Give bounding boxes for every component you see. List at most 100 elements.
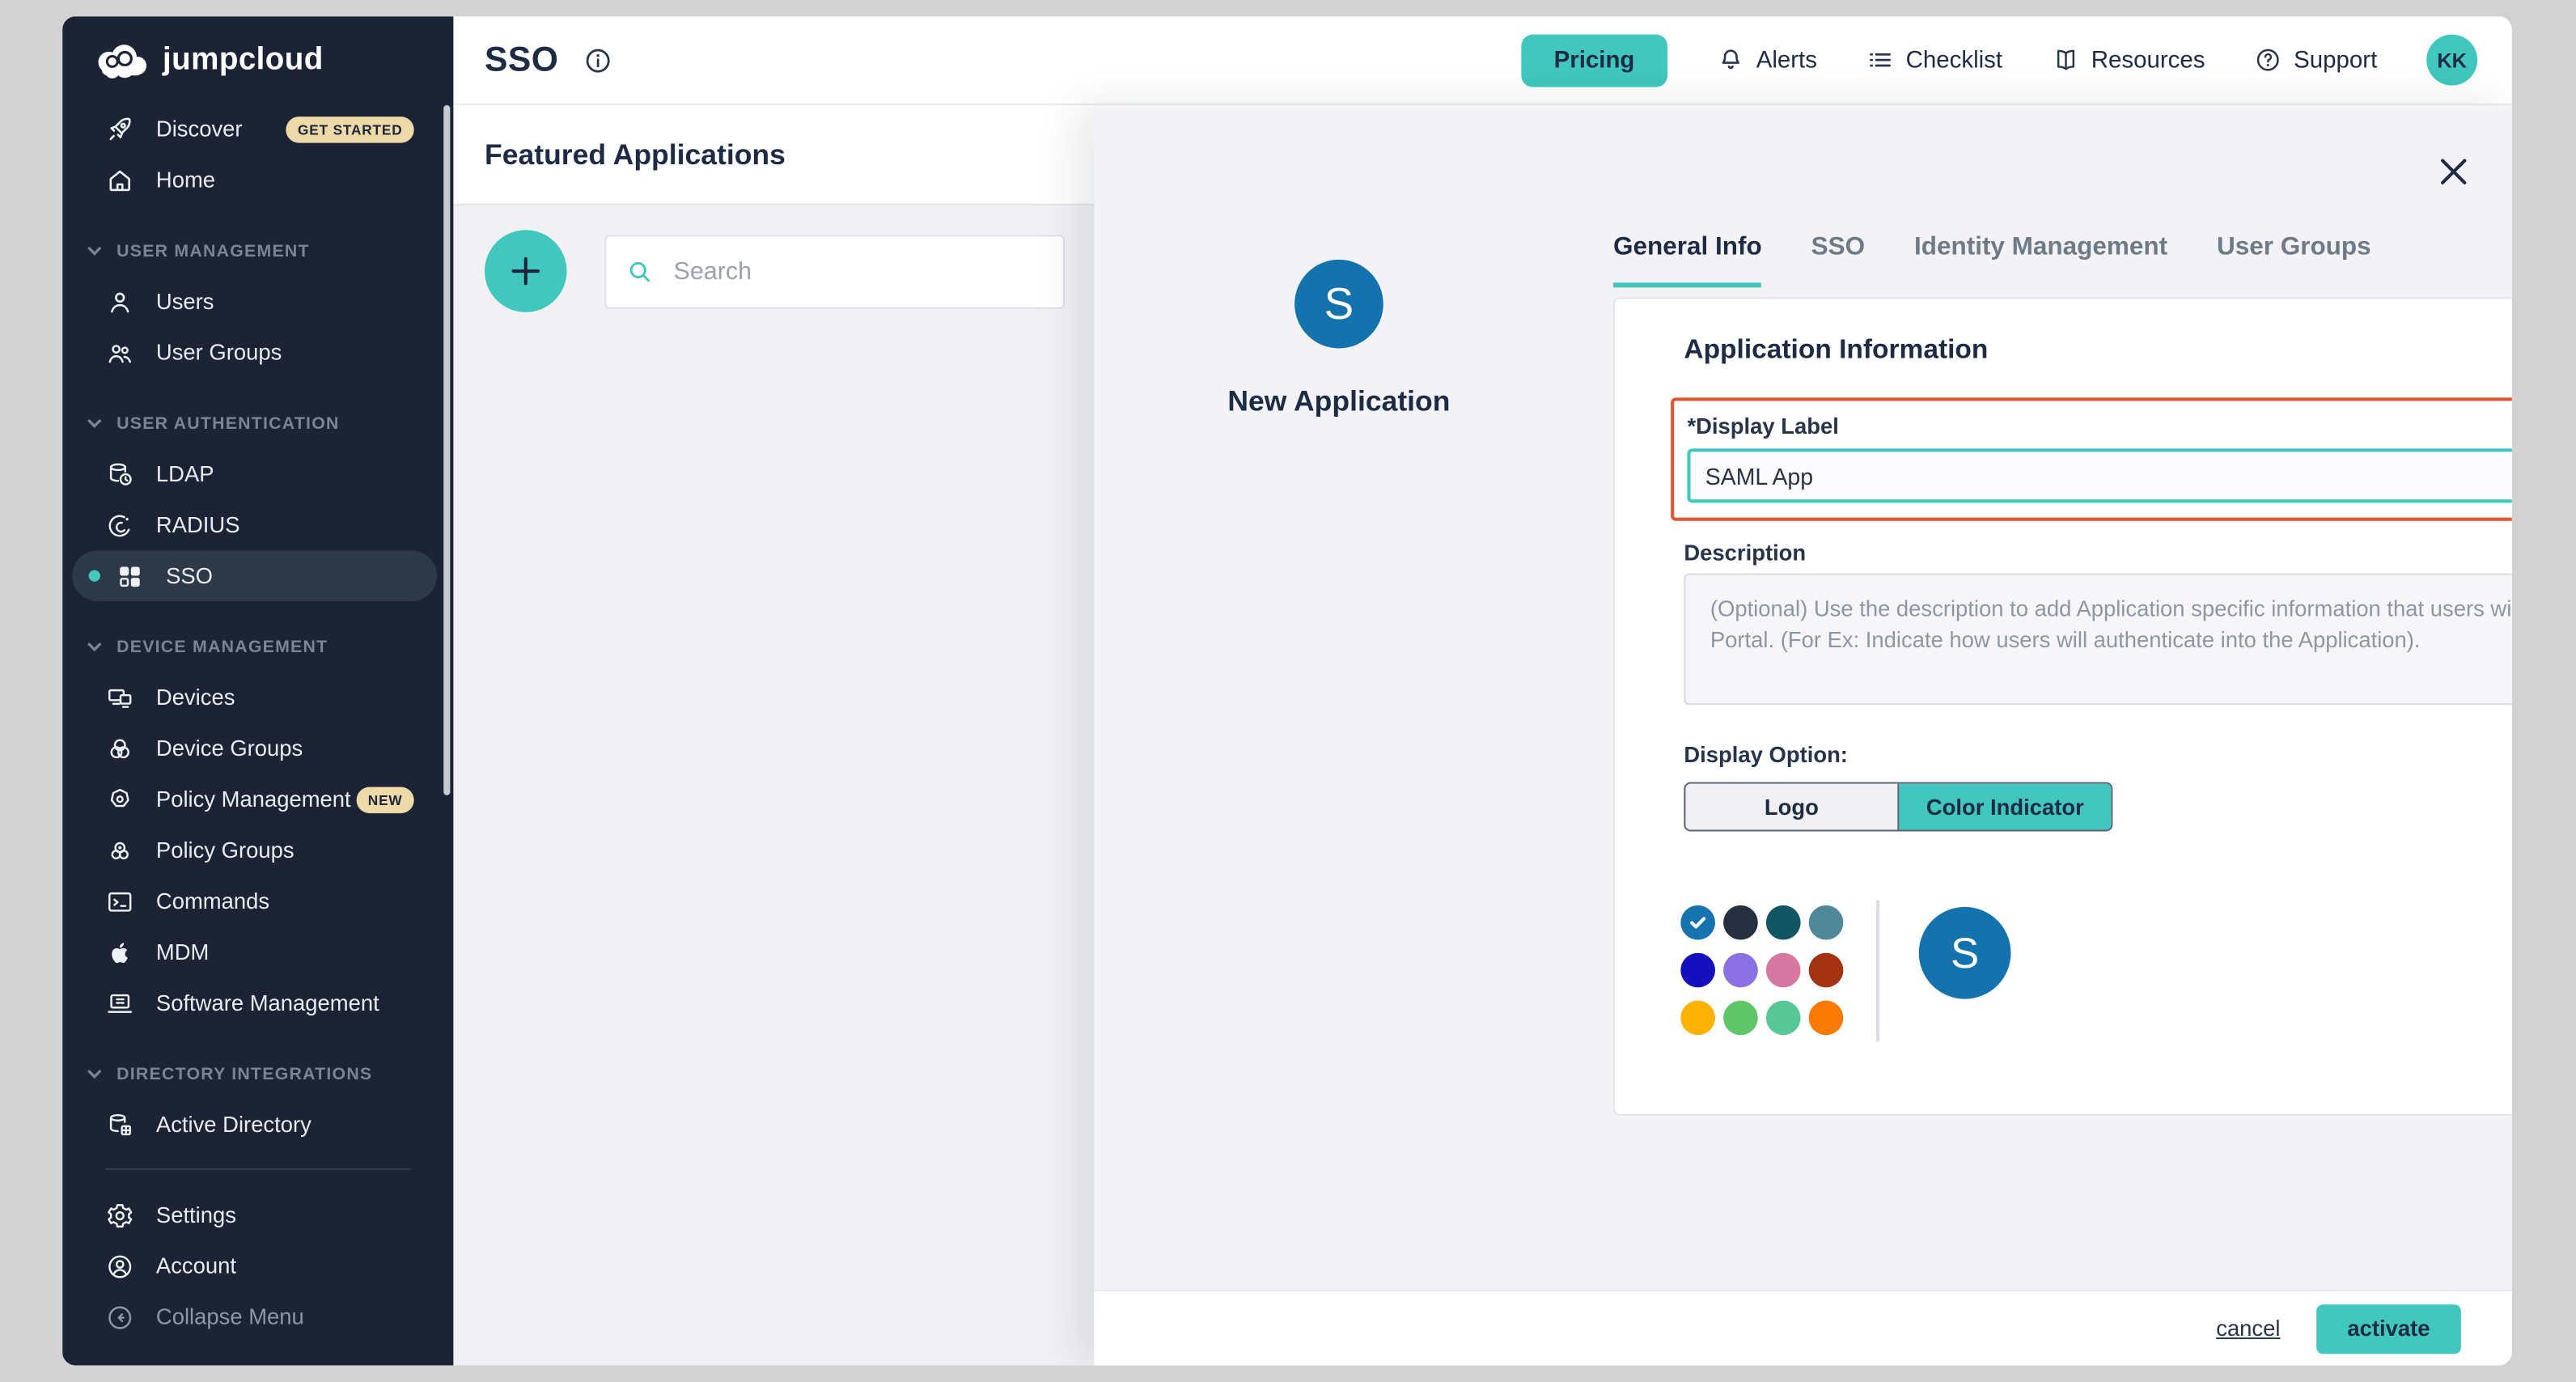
featured-applications-heading: Featured Applications: [485, 138, 786, 172]
swatch-preview-divider: [1876, 901, 1879, 1042]
alerts-button[interactable]: Alerts: [1717, 46, 1817, 74]
sidebar-item-label: RADIUS: [156, 513, 240, 537]
sidebar-item-collapse-menu[interactable]: Collapse Menu: [62, 1291, 453, 1342]
application-initial-badge: S: [1294, 260, 1383, 349]
checklist-button[interactable]: Checklist: [1866, 46, 2002, 74]
color-swatch[interactable]: [1766, 953, 1801, 988]
logo-option-button[interactable]: Logo: [1685, 784, 1899, 830]
cancel-link[interactable]: cancel: [2216, 1316, 2280, 1341]
color-swatch[interactable]: [1680, 953, 1715, 988]
resources-button[interactable]: Resources: [2052, 46, 2205, 74]
user-icon: [105, 286, 135, 316]
color-swatch[interactable]: [1723, 1001, 1758, 1036]
terminal-icon: [105, 887, 135, 917]
sidebar-item-device-groups[interactable]: Device Groups: [62, 723, 453, 774]
sidebar-item-mdm[interactable]: MDM: [62, 926, 453, 977]
arrow-left-circle-icon: [105, 1302, 135, 1332]
policy-target-icon: [105, 785, 135, 815]
viewport: jumpcloud Discover GET STARTED Home USER…: [0, 0, 2576, 1382]
card-heading: Application Information: [1684, 335, 1988, 367]
user-avatar[interactable]: KK: [2426, 35, 2477, 86]
sidebar: jumpcloud Discover GET STARTED Home USER…: [62, 16, 453, 1365]
page-title: SSO: [485, 40, 558, 80]
sidebar-item-radius[interactable]: RADIUS: [62, 499, 453, 550]
sidebar-item-account[interactable]: Account: [62, 1240, 453, 1291]
color-swatch[interactable]: [1809, 953, 1844, 988]
sidebar-item-label: Collapse Menu: [156, 1304, 304, 1329]
app-window: jumpcloud Discover GET STARTED Home USER…: [62, 16, 2512, 1365]
color-indicator-option-button[interactable]: Color Indicator: [1899, 784, 2111, 830]
jumpcloud-logo: jumpcloud: [92, 32, 454, 91]
user-group-icon: [105, 337, 135, 367]
sidebar-item-active-directory[interactable]: Active Directory: [62, 1099, 453, 1150]
add-application-button[interactable]: [485, 230, 567, 312]
sidebar-item-policy-groups[interactable]: Policy Groups: [62, 825, 453, 875]
checklist-icon: [1866, 46, 1895, 74]
color-swatch[interactable]: [1723, 953, 1758, 988]
sidebar-item-discover[interactable]: Discover GET STARTED: [62, 104, 453, 155]
color-swatch[interactable]: [1723, 905, 1758, 940]
jumpcloud-cloud-icon: [92, 40, 148, 83]
sidebar-item-home[interactable]: Home: [62, 155, 453, 206]
main-area: SSO Pricing Alerts Checklist Resources: [453, 16, 2511, 1365]
chevron-down-icon: [86, 638, 104, 655]
display-option-segmented-control: Logo Color Indicator: [1684, 782, 2112, 832]
color-swatch[interactable]: [1766, 905, 1801, 940]
tab-identity-management[interactable]: Identity Management: [1914, 233, 2167, 287]
get-started-badge: GET STARTED: [286, 116, 414, 142]
sidebar-item-sso[interactable]: SSO: [72, 550, 437, 601]
tab-general-info[interactable]: General Info: [1613, 233, 1762, 287]
info-icon[interactable]: [583, 45, 613, 75]
sidebar-item-user-groups[interactable]: User Groups: [62, 327, 453, 378]
color-swatch[interactable]: [1809, 1001, 1844, 1036]
sidebar-item-label: User Groups: [156, 340, 282, 364]
sidebar-item-software-management[interactable]: Software Management: [62, 977, 453, 1028]
sidebar-item-label: LDAP: [156, 462, 214, 486]
sidebar-item-policy-management[interactable]: Policy Management NEW: [62, 774, 453, 825]
display-option-label: Display Option:: [1684, 743, 1848, 767]
sidebar-section-user-management[interactable]: USER MANAGEMENT: [62, 225, 453, 276]
book-icon: [2052, 46, 2080, 74]
sidebar-item-label: Discover: [156, 117, 243, 141]
user-circle-icon: [105, 1251, 135, 1281]
search-icon: [626, 258, 655, 286]
policy-cluster-icon: [105, 836, 135, 866]
close-icon[interactable]: [2434, 153, 2472, 191]
search-input[interactable]: [674, 258, 1044, 286]
description-textarea[interactable]: (Optional) Use the description to add Ap…: [1684, 574, 2511, 705]
sidebar-item-ldap[interactable]: LDAP: [62, 448, 453, 499]
color-swatch-selected[interactable]: [1680, 905, 1715, 940]
tab-sso[interactable]: SSO: [1811, 233, 1865, 287]
modal-tabs: General Info SSO Identity Management Use…: [1613, 233, 2371, 287]
sidebar-section-user-authentication[interactable]: USER AUTHENTICATION: [62, 397, 453, 448]
sidebar-item-label: Device Groups: [156, 736, 303, 761]
sidebar-item-label: Home: [156, 167, 215, 192]
chevron-down-icon: [86, 414, 104, 432]
apple-icon: [105, 937, 135, 967]
display-label-input[interactable]: [1687, 448, 2511, 502]
pricing-button[interactable]: Pricing: [1521, 34, 1667, 87]
color-swatch[interactable]: [1680, 1001, 1715, 1036]
sidebar-item-label: Policy Management: [156, 787, 351, 812]
sidebar-item-users[interactable]: Users: [62, 276, 453, 327]
color-swatch[interactable]: [1766, 1001, 1801, 1036]
display-label-label: *Display Label: [1687, 414, 1838, 439]
support-button[interactable]: Support: [2254, 46, 2377, 74]
sidebar-item-devices[interactable]: Devices: [62, 672, 453, 723]
app-grid-icon: [115, 561, 145, 591]
tab-user-groups[interactable]: User Groups: [2217, 233, 2371, 287]
sidebar-section-directory-integrations[interactable]: DIRECTORY INTEGRATIONS: [62, 1049, 453, 1100]
new-badge: NEW: [357, 786, 414, 812]
sidebar-item-settings[interactable]: Settings: [62, 1189, 453, 1240]
sidebar-scrollbar[interactable]: [443, 105, 450, 795]
sidebar-section-device-management[interactable]: DEVICE MANAGEMENT: [62, 621, 453, 672]
color-swatch[interactable]: [1809, 905, 1844, 940]
sidebar-item-label: Settings: [156, 1202, 236, 1227]
activate-button[interactable]: activate: [2316, 1304, 2461, 1353]
sidebar-item-label: Commands: [156, 889, 269, 914]
application-name: New Application: [1142, 384, 1536, 419]
sidebar-item-commands[interactable]: Commands: [62, 875, 453, 926]
jumpcloud-wordmark: jumpcloud: [163, 43, 324, 79]
sidebar-item-label: Users: [156, 289, 214, 313]
database-clock-icon: [105, 460, 135, 490]
